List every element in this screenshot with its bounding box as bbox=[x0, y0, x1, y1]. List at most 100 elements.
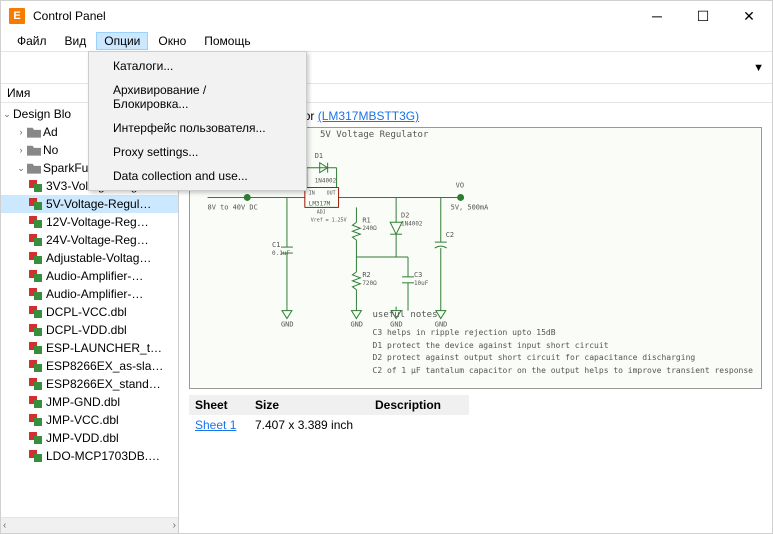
tree-item[interactable]: ESP8266EX_stand… bbox=[1, 375, 178, 393]
tree-item-label: 24V-Voltage-Reg… bbox=[46, 233, 149, 247]
expander-icon[interactable]: ⌄ bbox=[15, 163, 27, 174]
tree-item-label: 12V-Voltage-Reg… bbox=[46, 215, 149, 229]
svg-text:Vref = 1.25V: Vref = 1.25V bbox=[311, 217, 347, 223]
schematic-title: 5V Voltage Regulator bbox=[320, 130, 428, 140]
dropdown-datacollection[interactable]: Data collection and use... bbox=[91, 164, 304, 188]
svg-text:C3: C3 bbox=[414, 271, 422, 279]
note-line: D2 protect against output short circuit … bbox=[373, 352, 754, 365]
dropdown-catalogs[interactable]: Каталоги... bbox=[91, 54, 304, 78]
dropdown-ui[interactable]: Интерфейс пользователя... bbox=[91, 116, 304, 140]
window-title: Control Panel bbox=[33, 9, 634, 23]
svg-text:OUT: OUT bbox=[327, 190, 336, 196]
schematic-icon bbox=[29, 360, 43, 372]
schematic-icon bbox=[29, 288, 43, 300]
svg-text:C2: C2 bbox=[446, 231, 454, 239]
note-line: C2 of 1 μF tantalum capacitor on the out… bbox=[373, 365, 754, 378]
svg-text:8V to 40V DC: 8V to 40V DC bbox=[208, 203, 258, 211]
tree-item[interactable]: DCPL-VCC.dbl bbox=[1, 303, 178, 321]
menu-options[interactable]: Опции bbox=[96, 32, 148, 50]
tree-item-label: JMP-VCC.dbl bbox=[46, 413, 119, 427]
tree-item[interactable]: 5V-Voltage-Regul… bbox=[1, 195, 178, 213]
schematic-icon bbox=[29, 342, 43, 354]
th-sheet: Sheet bbox=[189, 395, 249, 415]
svg-text:1N4002: 1N4002 bbox=[315, 178, 337, 185]
tree-item-label: ESP8266EX_stand… bbox=[46, 377, 161, 391]
tree-item[interactable]: 24V-Voltage-Reg… bbox=[1, 231, 178, 249]
sheet-row[interactable]: Sheet 1 7.407 x 3.389 inch bbox=[189, 415, 469, 435]
tree-item[interactable]: JMP-VDD.dbl bbox=[1, 429, 178, 447]
schematic-icon bbox=[29, 306, 43, 318]
tree-item[interactable]: ESP8266EX_as-sla… bbox=[1, 357, 178, 375]
close-button[interactable]: ✕ bbox=[726, 1, 772, 31]
menu-help[interactable]: Помощь bbox=[196, 32, 258, 50]
tree-item-label: LDO-MCP1703DB.… bbox=[46, 449, 160, 463]
svg-text:720Ω: 720Ω bbox=[362, 280, 377, 287]
sheet-table: Sheet Size Description Sheet 1 7.407 x 3… bbox=[189, 395, 762, 435]
svg-text:C1: C1 bbox=[272, 241, 280, 249]
tree-item[interactable]: JMP-GND.dbl bbox=[1, 393, 178, 411]
dropdown-proxy[interactable]: Proxy settings... bbox=[91, 140, 304, 164]
menu-window[interactable]: Окно bbox=[150, 32, 194, 50]
tree-scrollbar[interactable]: ‹› bbox=[1, 517, 178, 533]
svg-text:GND: GND bbox=[281, 320, 294, 328]
schematic-icon bbox=[29, 396, 43, 408]
detail-part-link[interactable]: (LM317MBSTT3G) bbox=[318, 109, 419, 123]
tree-item[interactable]: Audio-Amplifier-… bbox=[1, 267, 178, 285]
tree-item-label: Audio-Amplifier-… bbox=[46, 269, 143, 283]
schematic-icon bbox=[29, 180, 43, 192]
svg-text:R2: R2 bbox=[362, 271, 370, 279]
schematic-icon bbox=[29, 378, 43, 390]
note-line: D1 protect the device against input shor… bbox=[373, 340, 754, 353]
toolbar-overflow-icon[interactable]: ▼ bbox=[753, 62, 764, 74]
folder-icon bbox=[27, 143, 41, 157]
folder-icon bbox=[27, 125, 41, 139]
tree-item-label: ESP-LAUNCHER_t… bbox=[46, 341, 162, 355]
expander-icon[interactable]: › bbox=[15, 145, 27, 155]
app-window: E Control Panel ─ ☐ ✕ Файл Вид Опции Окн… bbox=[0, 0, 773, 534]
minimize-button[interactable]: ─ bbox=[634, 1, 680, 31]
folder-icon bbox=[27, 161, 41, 175]
tree-item-label: JMP-VDD.dbl bbox=[46, 431, 119, 445]
svg-text:240Ω: 240Ω bbox=[362, 225, 377, 232]
schematic-icon bbox=[29, 432, 43, 444]
tree-item-label: Adjustable-Voltag… bbox=[46, 251, 151, 265]
menu-view[interactable]: Вид bbox=[57, 32, 95, 50]
note-line: C3 helps in ripple rejection upto 15dB bbox=[373, 327, 754, 340]
expander-icon[interactable]: › bbox=[15, 127, 27, 137]
sheet-link[interactable]: Sheet 1 bbox=[195, 418, 236, 432]
menu-file[interactable]: Файл bbox=[9, 32, 55, 50]
tree-root-label: Design Blo bbox=[13, 107, 71, 121]
expander-icon[interactable]: ⌄ bbox=[1, 109, 13, 120]
svg-text:VO: VO bbox=[456, 182, 464, 190]
titlebar: E Control Panel ─ ☐ ✕ bbox=[1, 1, 772, 31]
sheet-desc bbox=[369, 415, 469, 435]
tree-item[interactable]: DCPL-VDD.dbl bbox=[1, 321, 178, 339]
schematic-icon bbox=[29, 234, 43, 246]
dropdown-archive[interactable]: Архивирование / Блокировка... bbox=[91, 78, 304, 116]
tree-folder-label: No bbox=[43, 143, 58, 157]
tree-item[interactable]: JMP-VCC.dbl bbox=[1, 411, 178, 429]
svg-text:5V, 500mA: 5V, 500mA bbox=[451, 203, 489, 211]
svg-text:LM317M: LM317M bbox=[309, 200, 331, 207]
tree-item-label: Audio-Amplifier-… bbox=[46, 287, 143, 301]
column-name-label: Имя bbox=[7, 86, 30, 100]
options-dropdown: Каталоги... Архивирование / Блокировка..… bbox=[88, 51, 307, 191]
tree-item-label: ESP8266EX_as-sla… bbox=[46, 359, 163, 373]
tree-item[interactable]: Adjustable-Voltag… bbox=[1, 249, 178, 267]
tree-item[interactable]: ESP-LAUNCHER_t… bbox=[1, 339, 178, 357]
svg-text:GND: GND bbox=[350, 320, 363, 328]
tree-item-label: DCPL-VDD.dbl bbox=[46, 323, 127, 337]
tree-item[interactable]: 12V-Voltage-Reg… bbox=[1, 213, 178, 231]
svg-text:D2: D2 bbox=[401, 211, 409, 219]
schematic-icon bbox=[29, 450, 43, 462]
tree-item-label: DCPL-VCC.dbl bbox=[46, 305, 127, 319]
schematic-icon bbox=[29, 198, 43, 210]
menubar: Файл Вид Опции Окно Помощь bbox=[1, 31, 772, 51]
schematic-icon bbox=[29, 252, 43, 264]
svg-text:10uF: 10uF bbox=[414, 280, 429, 287]
maximize-button[interactable]: ☐ bbox=[680, 1, 726, 31]
app-icon: E bbox=[9, 8, 25, 24]
schematic-icon bbox=[29, 216, 43, 228]
tree-item[interactable]: Audio-Amplifier-… bbox=[1, 285, 178, 303]
tree-item[interactable]: LDO-MCP1703DB.… bbox=[1, 447, 178, 465]
